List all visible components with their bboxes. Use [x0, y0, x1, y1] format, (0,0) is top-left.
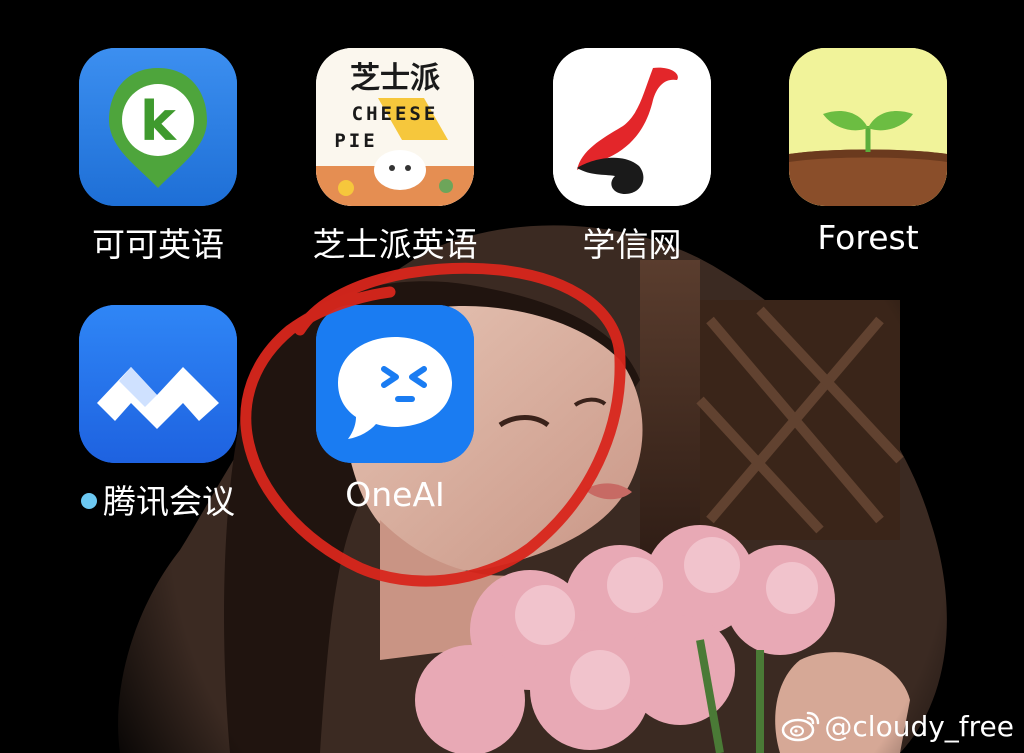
app-keke-english[interactable]: k 可可英语 — [79, 48, 237, 278]
oneai-chat-bubble-icon — [316, 305, 474, 463]
keke-english-icon: k — [79, 48, 237, 206]
app-label: 可可英语 — [92, 225, 224, 264]
xuexin-icon — [553, 48, 711, 206]
app-xuexin[interactable]: 学信网 — [553, 48, 711, 278]
app-label: 腾讯会议 — [103, 482, 235, 521]
tencent-meeting-icon — [79, 305, 237, 463]
app-label: OneAI — [345, 475, 445, 514]
forest-sapling-icon — [789, 48, 947, 206]
weibo-watermark: @cloudy_free — [780, 709, 1014, 743]
app-label: 学信网 — [582, 225, 682, 264]
app-cheese-pie-english[interactable]: 芝士派 CHEESE PIE 芝士派英语 — [313, 48, 478, 278]
app-forest[interactable]: Forest — [789, 48, 947, 278]
new-badge-dot — [81, 492, 97, 509]
app-oneai[interactable]: OneAI — [316, 305, 474, 535]
app-label: 芝士派英语 — [312, 225, 478, 264]
watermark-text: @cloudy_free — [824, 709, 1014, 743]
weibo-icon — [782, 711, 820, 742]
app-label-with-badge: 腾讯会议 — [39, 475, 277, 523]
cheese-pie-cn-text: 芝士派 — [350, 61, 440, 96]
svg-text:k: k — [140, 90, 177, 153]
cheese-text: CHEESE — [352, 103, 439, 125]
pie-text: PIE — [334, 130, 377, 152]
app-label: Forest — [817, 218, 919, 257]
cheese-pie-english-icon: 芝士派 CHEESE PIE — [316, 48, 474, 206]
app-tencent-meeting[interactable]: 腾讯会议 — [79, 305, 237, 535]
